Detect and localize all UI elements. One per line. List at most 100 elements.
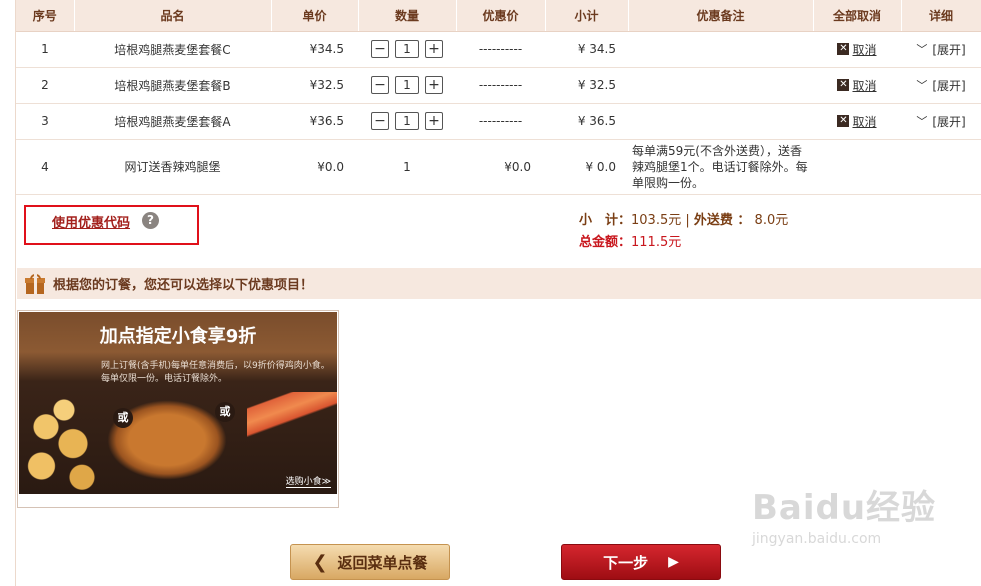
row-qty: − 1 + (358, 67, 456, 104)
delivery-value: 8.0元 (750, 213, 789, 228)
qty-minus-button[interactable]: − (371, 76, 389, 94)
qty-minus-button[interactable]: − (371, 40, 389, 58)
chevron-down-icon: ﹀ (916, 79, 928, 92)
next-button-label: 下一步 (603, 553, 649, 572)
quantity-stepper: − 1 + (371, 112, 443, 130)
row-name: 培根鸡腿燕麦堡套餐B (74, 67, 271, 104)
expand-button[interactable]: ﹀ [展开] (916, 41, 965, 58)
promo-headline: 加点指定小食享9折 (99, 326, 257, 347)
or-badge: 或 (215, 402, 235, 422)
row-no: 2 (16, 67, 74, 104)
promo-section-title: 根据您的订餐，您还可以选择以下优惠项目！ (53, 278, 314, 293)
coupon-code-link[interactable]: 使用优惠代码 (52, 212, 130, 231)
back-button-label: 返回菜单点餐 (337, 553, 428, 572)
cancel-button[interactable]: ✕ 取消 (837, 41, 877, 58)
header-price: 单价 (271, 0, 359, 32)
table-row: 3 培根鸡腿燕麦堡套餐A ¥36.5 − 1 + ---------- ¥ 36… (16, 103, 981, 140)
qty-value[interactable]: 1 (395, 40, 419, 58)
row-qty: − 1 + (358, 103, 456, 140)
subtotal-line: 小 计：103.5元 | 外送费 ： 8.0元 (579, 210, 788, 232)
separator: | (681, 213, 694, 228)
table-row: 2 培根鸡腿燕麦堡套餐B ¥32.5 − 1 + ---------- ¥ 32… (16, 67, 981, 104)
row-remark (628, 103, 813, 140)
qty-value[interactable]: 1 (395, 76, 419, 94)
header-detail: 详细 (901, 0, 981, 32)
expand-button[interactable]: ﹀ [展开] (916, 77, 965, 94)
header-qty: 数量 (358, 0, 457, 32)
select-snack-link[interactable]: 选购小食≫ (285, 474, 331, 488)
header-cancel-all[interactable]: 全部取消 (813, 0, 902, 32)
cancel-label: 取消 (852, 42, 877, 57)
baidu-watermark: Baidu经验 jingyan.baidu.com (752, 480, 936, 547)
qty-value[interactable]: 1 (395, 112, 419, 130)
row-cancel: ✕ 取消 (813, 31, 901, 68)
row-name: 培根鸡腿燕麦堡套餐C (74, 31, 271, 68)
row-no: 1 (16, 31, 74, 68)
row-price: ¥0.0 (271, 139, 358, 195)
header-name: 品名 (74, 0, 272, 32)
header-remark: 优惠备注 (628, 0, 814, 32)
row-detail: ﹀ [展开] (901, 31, 981, 68)
row-price: ¥36.5 (271, 103, 358, 140)
row-detail: ﹀ [展开] (901, 103, 981, 140)
promo-card[interactable]: 加点指定小食享9折 网上订餐(含手机)每单任意消费后，以9折价得鸡肉小食。每单仅… (17, 310, 339, 508)
quantity-stepper: − 1 + (371, 40, 443, 58)
row-price: ¥32.5 (271, 67, 358, 104)
cancel-button[interactable]: ✕ 取消 (837, 77, 877, 94)
qty-plus-button[interactable]: + (425, 112, 443, 130)
row-remark (628, 67, 813, 104)
expand-label: [展开] (932, 78, 966, 93)
row-cancel: ✕ 取消 (813, 103, 901, 140)
row-qty: − 1 + (358, 31, 456, 68)
chevron-down-icon: ﹀ (916, 43, 928, 56)
row-subtotal: ¥ 36.5 (545, 103, 628, 140)
table-header-row: 序号 品名 单价 数量 优惠价 小计 优惠备注 全部取消 详细 (16, 0, 981, 32)
grand-total-label: 总金额： (579, 235, 632, 250)
row-cancel (813, 139, 901, 195)
row-detail (901, 139, 981, 195)
qty-minus-button[interactable]: − (371, 112, 389, 130)
order-table: 序号 品名 单价 数量 优惠价 小计 优惠备注 全部取消 详细 1 培根鸡腿燕麦… (16, 0, 981, 195)
close-icon: ✕ (837, 115, 850, 128)
promo-banner-image[interactable]: 加点指定小食享9折 网上订餐(含手机)每单任意消费后，以9折价得鸡肉小食。每单仅… (19, 312, 337, 494)
arrow-left-icon: ❮ (312, 551, 328, 573)
cancel-label: 取消 (852, 114, 877, 129)
row-subtotal: ¥ 34.5 (545, 31, 628, 68)
row-discount: ---------- (456, 103, 545, 140)
expand-label: [展开] (932, 114, 966, 129)
row-detail: ﹀ [展开] (901, 67, 981, 104)
back-to-menu-button[interactable]: ❮ 返回菜单点餐 (290, 544, 450, 580)
chevron-down-icon: ﹀ (916, 115, 928, 128)
cancel-button[interactable]: ✕ 取消 (837, 113, 877, 130)
close-icon: ✕ (837, 79, 850, 92)
help-icon[interactable]: ? (142, 212, 159, 229)
delivery-label: 外送费 ： (693, 213, 751, 228)
quantity-stepper: − 1 + (371, 76, 443, 94)
row-remark: 每单满59元(不含外送费），送香辣鸡腿堡1个。电话订餐除外。每单限购一份。 (628, 139, 813, 195)
promo-section-header: 根据您的订餐，您还可以选择以下优惠项目！ (17, 268, 981, 299)
chicken-strips-image (247, 392, 337, 437)
next-step-button[interactable]: 下一步 ▶ (561, 544, 721, 580)
order-totals: 小 计：103.5元 | 外送费 ： 8.0元 总金额：111.5元 (579, 210, 788, 254)
subtotal-label: 小 计： (579, 213, 632, 228)
expand-label: [展开] (932, 42, 966, 57)
row-cancel: ✕ 取消 (813, 67, 901, 104)
qty-plus-button[interactable]: + (425, 40, 443, 58)
grand-total-value: 111.5元 (631, 235, 682, 250)
row-no: 3 (16, 103, 74, 140)
arrow-right-icon: ▶ (668, 554, 679, 570)
promo-subtext: 网上订餐(含手机)每单任意消费后，以9折价得鸡肉小食。每单仅限一份。电话订餐除外… (101, 361, 330, 384)
subtotal-value: 103.5元 (631, 213, 682, 228)
row-name: 网订送香辣鸡腿堡 (74, 139, 271, 195)
header-discount: 优惠价 (456, 0, 546, 32)
or-badge: 或 (113, 408, 133, 428)
header-subtotal: 小计 (545, 0, 629, 32)
close-icon: ✕ (837, 43, 850, 56)
expand-button[interactable]: ﹀ [展开] (916, 113, 965, 130)
table-row: 4 网订送香辣鸡腿堡 ¥0.0 1 ¥0.0 ¥ 0.0 每单满59元(不含外送… (16, 139, 981, 195)
gift-icon (25, 273, 45, 294)
watermark-site: jingyan.baidu.com (752, 531, 882, 547)
row-discount: ---------- (456, 31, 545, 68)
qty-plus-button[interactable]: + (425, 76, 443, 94)
row-qty: 1 (358, 139, 456, 195)
